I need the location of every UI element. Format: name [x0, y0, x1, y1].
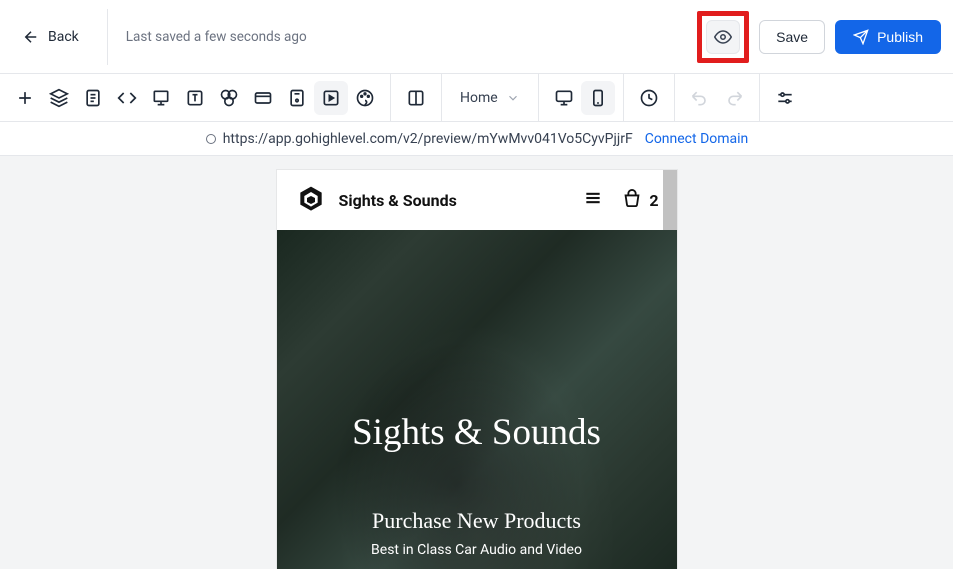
- layers-icon: [49, 88, 69, 108]
- columns-icon: [406, 88, 426, 108]
- send-icon: [853, 29, 869, 45]
- arrow-left-icon: [22, 28, 40, 46]
- hero-section: Sights & Sounds Purchase New Products Be…: [277, 230, 677, 569]
- tool-group-device: [539, 74, 624, 121]
- heading-button[interactable]: [178, 81, 212, 115]
- canvas-area: Sights & Sounds 2 Sights & Sounds Purcha…: [0, 156, 953, 569]
- back-label: Back: [48, 29, 79, 45]
- menu-button[interactable]: [583, 188, 603, 212]
- shopping-cart-icon: [621, 189, 643, 211]
- redo-icon: [724, 88, 744, 108]
- sliders-icon: [775, 88, 795, 108]
- card-button[interactable]: [246, 81, 280, 115]
- palette-icon: [355, 88, 375, 108]
- save-status-text: Last saved a few seconds ago: [126, 29, 307, 45]
- smartphone-icon: [588, 88, 608, 108]
- cart-count: 2: [649, 191, 658, 210]
- file-text-icon: [83, 88, 103, 108]
- publish-label: Publish: [877, 29, 923, 45]
- color-icon: [219, 88, 239, 108]
- database-button[interactable]: [280, 81, 314, 115]
- highlight-annotation: [697, 11, 749, 63]
- tool-group-settings: [760, 74, 810, 121]
- database-icon: [287, 88, 307, 108]
- undo-button[interactable]: [683, 81, 717, 115]
- hexagon-icon: [295, 184, 327, 216]
- app-header: Back Last saved a few seconds ago Save P…: [0, 0, 953, 74]
- page-selector[interactable]: Home: [442, 74, 539, 121]
- back-button[interactable]: Back: [12, 22, 89, 52]
- save-button[interactable]: Save: [759, 20, 825, 54]
- add-button[interactable]: [8, 81, 42, 115]
- undo-icon: [690, 88, 710, 108]
- layers-button[interactable]: [42, 81, 76, 115]
- site-header: Sights & Sounds 2: [277, 170, 677, 230]
- redo-button[interactable]: [717, 81, 751, 115]
- history-button[interactable]: [632, 81, 666, 115]
- theme-button[interactable]: [348, 81, 382, 115]
- url-text: https://app.gohighlevel.com/v2/preview/m…: [223, 131, 633, 147]
- chevron-down-icon: [506, 91, 520, 105]
- url-bar: https://app.gohighlevel.com/v2/preview/m…: [0, 122, 953, 156]
- hero-title: Sights & Sounds: [352, 411, 601, 454]
- desktop-view-button[interactable]: [547, 81, 581, 115]
- code-button[interactable]: [110, 81, 144, 115]
- site-logo: [295, 184, 327, 216]
- toolbar: Home: [0, 74, 953, 122]
- cart-button[interactable]: 2: [621, 189, 658, 211]
- tool-group-undo: [675, 74, 760, 121]
- header-actions: Save Publish: [697, 11, 941, 63]
- code-icon: [117, 88, 137, 108]
- media-button[interactable]: [314, 81, 348, 115]
- text-button[interactable]: [76, 81, 110, 115]
- mobile-view-button[interactable]: [581, 81, 615, 115]
- circle-icon: [205, 133, 217, 145]
- tool-group-history: [624, 74, 675, 121]
- type-icon: [185, 88, 205, 108]
- connect-domain-link[interactable]: Connect Domain: [645, 131, 749, 147]
- monitor-icon: [554, 88, 574, 108]
- hero-subtitle-1: Purchase New Products: [372, 508, 581, 534]
- eye-icon: [714, 28, 732, 46]
- play-box-icon: [321, 88, 341, 108]
- header-divider: [107, 9, 108, 65]
- site-header-actions: 2: [583, 188, 658, 212]
- clock-icon: [639, 88, 659, 108]
- tool-group-layout: [390, 74, 442, 121]
- columns-button[interactable]: [399, 81, 433, 115]
- tool-group-elements: [0, 74, 390, 121]
- credit-card-icon: [253, 88, 273, 108]
- presentation-icon: [151, 88, 171, 108]
- present-button[interactable]: [144, 81, 178, 115]
- mobile-preview-frame[interactable]: Sights & Sounds 2 Sights & Sounds Purcha…: [277, 170, 677, 569]
- menu-icon: [583, 188, 603, 208]
- preview-url: https://app.gohighlevel.com/v2/preview/m…: [205, 131, 633, 147]
- plus-icon: [15, 88, 35, 108]
- palette-button[interactable]: [212, 81, 246, 115]
- page-label: Home: [460, 90, 498, 106]
- preview-button[interactable]: [706, 20, 740, 54]
- publish-button[interactable]: Publish: [835, 20, 941, 54]
- settings-button[interactable]: [768, 81, 802, 115]
- hero-subtitle-2: Best in Class Car Audio and Video: [371, 542, 582, 558]
- site-title: Sights & Sounds: [339, 191, 457, 210]
